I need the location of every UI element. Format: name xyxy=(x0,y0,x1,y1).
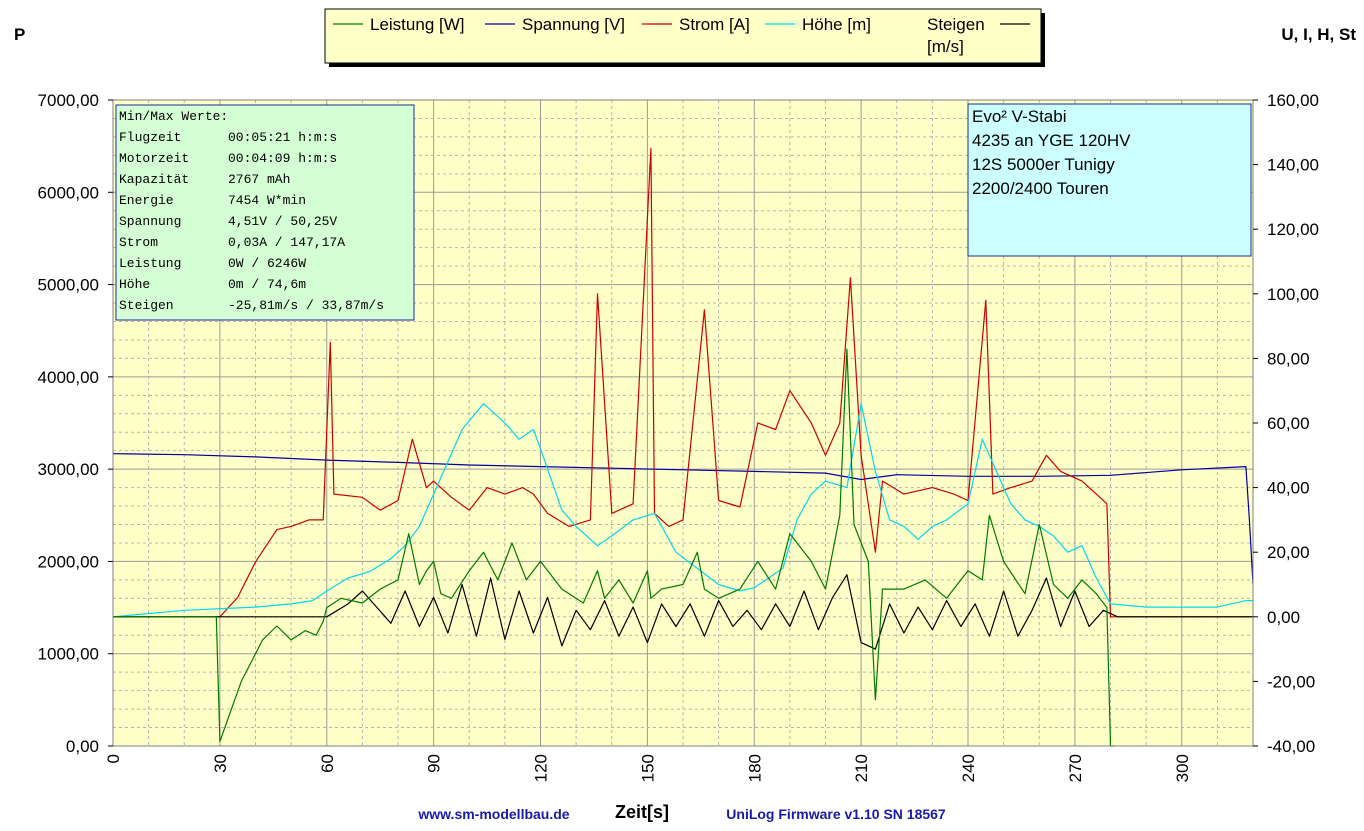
stats-row-value: 0,03A / 147,17A xyxy=(228,235,345,250)
stats-row-name: Flugzeit xyxy=(119,130,181,145)
stats-row-name: Energie xyxy=(119,193,174,208)
stats-row-name: Strom xyxy=(119,235,158,250)
left-axis-title: P xyxy=(14,25,25,44)
footer-firmware: UniLog Firmware v1.10 SN 18567 xyxy=(726,806,946,822)
stats-row-value: 4,51V / 50,25V xyxy=(228,214,337,229)
legend: Leistung [W] Spannung [V] Strom [A] Höhe [m… xyxy=(324,8,1045,67)
right-tick-label: -20,00 xyxy=(1267,672,1315,691)
x-tick-label: 210 xyxy=(852,754,871,782)
right-tick-label: 120,00 xyxy=(1267,220,1319,239)
x-tick-label: 270 xyxy=(1066,754,1085,782)
right-tick-label: -40,00 xyxy=(1267,737,1315,756)
stats-row-value: 00:05:21 h:m:s xyxy=(228,130,337,145)
info-line: Evo² V-Stabi xyxy=(972,107,1067,126)
right-axis-title: U, I, H, St xyxy=(1281,25,1356,44)
left-tick-label: 4000,00 xyxy=(38,368,99,387)
stats-row-name: Höhe xyxy=(119,277,150,292)
stats-row-name: Motorzeit xyxy=(119,151,189,166)
legend-label-strom: Strom [A] xyxy=(679,15,750,34)
stats-row-name: Spannung xyxy=(119,214,181,229)
stats-row-value: 00:04:09 h:m:s xyxy=(228,151,337,166)
left-tick-label: 1000,00 xyxy=(38,645,99,664)
legend-label-leistung: Leistung [W] xyxy=(370,15,465,34)
x-tick-label: 150 xyxy=(638,754,657,782)
right-tick-label: 0,00 xyxy=(1267,608,1300,627)
x-tick-label: 30 xyxy=(211,754,230,773)
stats-row-value: 7454 W*min xyxy=(228,193,306,208)
x-axis-title: Zeit[s] xyxy=(615,802,669,822)
right-tick-label: 20,00 xyxy=(1267,543,1310,562)
x-tick-label: 240 xyxy=(959,754,978,782)
x-tick-label: 120 xyxy=(532,754,551,782)
stats-row-name: Steigen xyxy=(119,298,174,313)
left-tick-label: 2000,00 xyxy=(38,552,99,571)
x-axis-ticks: 0 30 60 90 120 150 180 210 240 270 300 xyxy=(104,754,1192,782)
chart: 0,001000,002000,003000,004000,005000,006… xyxy=(14,8,1356,822)
stats-row-name: Kapazität xyxy=(119,172,189,187)
x-tick-label: 300 xyxy=(1173,754,1192,782)
left-tick-label: 5000,00 xyxy=(38,276,99,295)
min-max-stats-box: Min/Max Werte: Flugzeit 00:05:21 h:m:s Moto… xyxy=(115,104,415,321)
left-tick-label: 7000,00 xyxy=(38,91,99,110)
stats-row-value: 0W / 6246W xyxy=(228,256,306,271)
right-tick-label: 60,00 xyxy=(1267,414,1310,433)
stats-row-value: 2767 mAh xyxy=(228,172,290,187)
legend-label-spannung: Spannung [V] xyxy=(522,15,625,34)
stats-row-value: 0m / 74,6m xyxy=(228,277,306,292)
right-tick-label: 160,00 xyxy=(1267,91,1319,110)
stats-row-value: -25,81m/s / 33,87m/s xyxy=(228,298,384,313)
right-tick-label: 140,00 xyxy=(1267,156,1319,175)
model-info-box: Evo² V-Stabi 4235 an YGE 120HV 12S 5000er … xyxy=(967,103,1252,257)
x-tick-label: 90 xyxy=(425,754,444,773)
x-tick-label: 180 xyxy=(745,754,764,782)
right-tick-label: 40,00 xyxy=(1267,479,1310,498)
right-tick-label: 80,00 xyxy=(1267,349,1310,368)
footer-website: www.sm-modellbau.de xyxy=(417,806,569,822)
right-tick-label: 100,00 xyxy=(1267,285,1319,304)
left-tick-label: 3000,00 xyxy=(38,460,99,479)
stats-header: Min/Max Werte: xyxy=(119,109,228,124)
info-line: 2200/2400 Touren xyxy=(972,179,1109,198)
x-tick-label: 60 xyxy=(318,754,337,773)
left-axis-ticks: 0,00 1000,00 2000,00 3000,00 4000,00 5000,00 6… xyxy=(38,91,113,756)
stats-row-name: Leistung xyxy=(119,256,181,271)
legend-label-hoehe: Höhe [m] xyxy=(802,15,871,34)
info-line: 12S 5000er Tunigy xyxy=(972,155,1115,174)
x-tick-label: 0 xyxy=(104,754,123,763)
left-tick-label: 6000,00 xyxy=(38,183,99,202)
right-axis-ticks: -40,00 -20,00 0,00 20,00 40,00 60,00 80,00 100,… xyxy=(1253,91,1319,756)
info-line: 4235 an YGE 120HV xyxy=(972,131,1131,150)
left-tick-label: 0,00 xyxy=(66,737,99,756)
